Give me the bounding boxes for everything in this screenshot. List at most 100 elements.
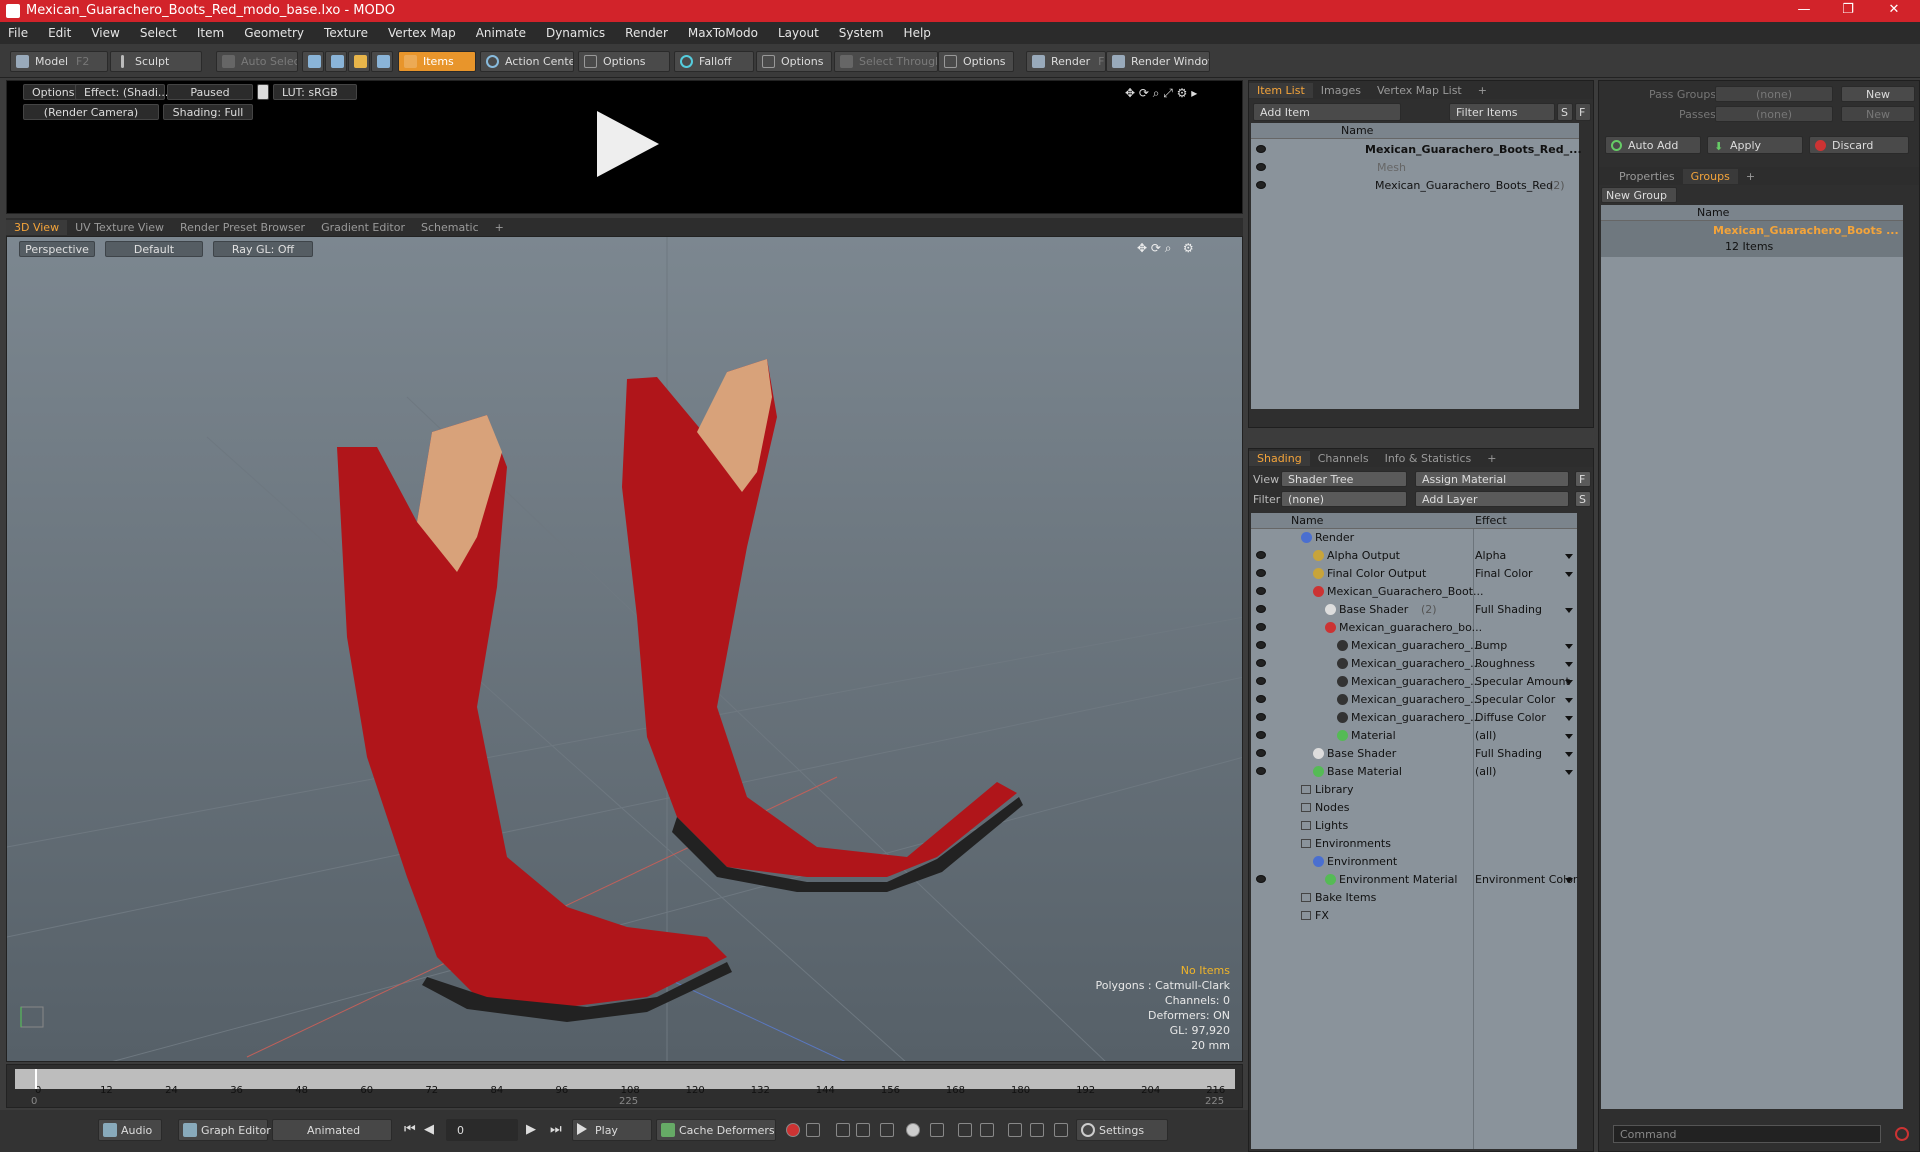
eye-icon[interactable]: [1256, 695, 1266, 703]
3d-viewport[interactable]: Perspective Default Ray GL: Off ✥ ⟳ ⌕ ⚙ …: [6, 236, 1243, 1062]
layer-effect[interactable]: Full Shading: [1475, 747, 1542, 760]
filter-items-input[interactable]: Filter Items: [1449, 103, 1555, 121]
eye-icon[interactable]: [1256, 875, 1266, 883]
chevron-down-icon[interactable]: [1565, 698, 1573, 703]
item-row-group[interactable]: Mexican_Guarachero_Boots_Red (2): [1251, 177, 1579, 195]
layer-effect[interactable]: Diffuse Color: [1475, 711, 1546, 724]
layer-effect[interactable]: Full Shading: [1475, 603, 1542, 616]
preview-paused-button[interactable]: Paused: [167, 84, 253, 100]
chevron-down-icon[interactable]: [1565, 608, 1573, 613]
viewport-nav-icons[interactable]: ✥ ⟳ ⌕ ⚙: [1137, 241, 1194, 256]
shader-row[interactable]: Environment Material Environment Color: [1251, 871, 1577, 889]
layer-effect[interactable]: (all): [1475, 765, 1496, 778]
select-edges-button[interactable]: [325, 51, 347, 72]
pass-groups-dropdown[interactable]: (none): [1715, 86, 1833, 102]
shader-row[interactable]: Base Shader (2) Full Shading: [1251, 601, 1577, 619]
s-button[interactable]: S: [1557, 103, 1573, 121]
preview-effect-dropdown[interactable]: Effect: (Shadi...: [75, 84, 168, 100]
timeline[interactable]: 0 12 24 36 48 60 72 84 96 108 120 132 144 156 168 180 19…: [6, 1064, 1243, 1108]
menu-item[interactable]: Item: [197, 26, 224, 40]
shader-row[interactable]: Environment: [1251, 853, 1577, 871]
record-macro-icon[interactable]: [1895, 1127, 1909, 1141]
key-next-icon[interactable]: [856, 1123, 870, 1137]
eye-icon[interactable]: [1256, 551, 1266, 559]
auto-add-button[interactable]: Auto Add: [1605, 136, 1701, 154]
f-button[interactable]: F: [1575, 471, 1591, 487]
sync-icon[interactable]: [1008, 1123, 1022, 1137]
group-row[interactable]: Mexican_Guarachero_Boots ... 12 Items: [1601, 221, 1903, 257]
chevron-down-icon[interactable]: [1565, 716, 1573, 721]
render-button[interactable]: Render F9: [1026, 51, 1106, 72]
eye-icon[interactable]: [1256, 569, 1266, 577]
menu-edit[interactable]: Edit: [48, 26, 71, 40]
item-row-mesh[interactable]: Mesh: [1251, 159, 1579, 177]
render-window-button[interactable]: Render Window: [1106, 51, 1210, 72]
select-through-button[interactable]: Select Through: [834, 51, 938, 72]
layer-effect[interactable]: Environment Color: [1475, 873, 1577, 886]
layer-effect[interactable]: Specular Color: [1475, 693, 1555, 706]
play-button[interactable]: Play: [572, 1119, 652, 1141]
menu-render[interactable]: Render: [625, 26, 668, 40]
chevron-down-icon[interactable]: [1565, 752, 1573, 757]
tab-channels[interactable]: Channels: [1310, 451, 1377, 466]
tab-gradient-editor[interactable]: Gradient Editor: [313, 220, 413, 235]
skip-end-icon[interactable]: ⏭: [550, 1122, 562, 1137]
prev-key-icon[interactable]: ◀: [424, 1122, 434, 1137]
select-through-options-button[interactable]: Options: [938, 51, 1014, 72]
menu-file[interactable]: File: [8, 26, 28, 40]
shader-row[interactable]: Render: [1251, 529, 1577, 547]
s-button[interactable]: S: [1575, 491, 1591, 507]
sculpt-button[interactable]: Sculpt: [110, 51, 202, 72]
filter-dropdown[interactable]: (none): [1281, 491, 1407, 507]
next-key-icon[interactable]: ▶: [526, 1122, 536, 1137]
select-materials-button[interactable]: [371, 51, 393, 72]
eye-icon[interactable]: [1256, 623, 1266, 631]
falloff-options-button[interactable]: Options: [756, 51, 832, 72]
playhead[interactable]: [35, 1069, 37, 1089]
eye-icon[interactable]: [1256, 731, 1266, 739]
current-frame-input[interactable]: 0: [446, 1119, 518, 1141]
layer-effect[interactable]: (all): [1475, 729, 1496, 742]
preview-lut-dropdown[interactable]: LUT: sRGB: [273, 84, 357, 100]
layer-effect[interactable]: Alpha: [1475, 549, 1506, 562]
chevron-down-icon[interactable]: [1565, 734, 1573, 739]
tab-vertex-map-list[interactable]: Vertex Map List: [1369, 83, 1470, 98]
maximize-button[interactable]: ❐: [1828, 2, 1868, 17]
tab-uv-texture-view[interactable]: UV Texture View: [67, 220, 172, 235]
key-prev-icon[interactable]: [836, 1123, 850, 1137]
new-group-button[interactable]: New Group: [1601, 187, 1677, 203]
add-layer-dropdown[interactable]: Add Layer: [1415, 491, 1569, 507]
auto-key-icon[interactable]: [906, 1123, 920, 1137]
shader-row[interactable]: Environments: [1251, 835, 1577, 853]
new-pass-group-button[interactable]: New: [1841, 86, 1915, 102]
add-tab-button[interactable]: +: [1738, 169, 1763, 184]
apply-button[interactable]: ⬇ Apply: [1707, 136, 1803, 154]
select-polygons-button[interactable]: [348, 51, 370, 72]
eye-icon[interactable]: [1256, 181, 1266, 189]
tab-images[interactable]: Images: [1313, 83, 1369, 98]
key-filter-icon[interactable]: [930, 1123, 944, 1137]
cache-deformers-button[interactable]: Cache Deformers: [656, 1119, 776, 1141]
shader-row[interactable]: Mexican_guarachero_... Specular Amount: [1251, 673, 1577, 691]
chevron-down-icon[interactable]: [1565, 572, 1573, 577]
eye-icon[interactable]: [1256, 659, 1266, 667]
view-dropdown[interactable]: Shader Tree: [1281, 471, 1407, 487]
eye-icon[interactable]: [1256, 641, 1266, 649]
minimize-button[interactable]: —: [1784, 2, 1824, 17]
add-tab-button[interactable]: +: [1479, 451, 1504, 466]
shader-row[interactable]: Lights: [1251, 817, 1577, 835]
chevron-down-icon[interactable]: [1565, 644, 1573, 649]
model-button[interactable]: Model F2: [10, 51, 108, 72]
add-tab-button[interactable]: +: [1470, 83, 1495, 98]
lock-icon[interactable]: [257, 84, 269, 100]
shader-row[interactable]: FX: [1251, 907, 1577, 925]
chevron-down-icon[interactable]: [1565, 878, 1573, 883]
action-center-button[interactable]: Action Center: [480, 51, 574, 72]
tab-shading[interactable]: Shading: [1249, 450, 1310, 466]
layer-effect[interactable]: Specular Amount: [1475, 675, 1570, 688]
auto-select-button[interactable]: Auto Select: [216, 51, 298, 72]
graph-editor-button[interactable]: Graph Editor: [178, 1119, 271, 1141]
tab-groups[interactable]: Groups: [1682, 168, 1738, 184]
menu-view[interactable]: View: [91, 26, 119, 40]
preview-nav-icons[interactable]: ✥ ⟳ ⌕ ⤢ ⚙ ▸: [1125, 86, 1197, 101]
